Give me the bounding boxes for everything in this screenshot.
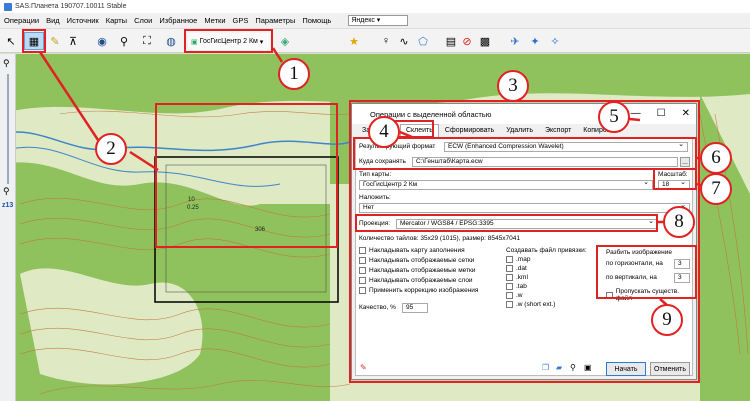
annotation-box-scale [653, 168, 697, 190]
annotation-8: 8 [663, 206, 695, 238]
annotation-4: 4 [368, 116, 400, 148]
toolbar: ↖ ▦ ✎ ⊼ ◉ ⚲ ⛶ ◍ ▣ ГосГисЦентр 2 Км ▾ ◈ ★… [0, 29, 750, 53]
zoom-slider[interactable] [7, 74, 9, 184]
annotation-3: 3 [497, 70, 529, 102]
star-icon[interactable]: ★ [346, 32, 362, 50]
path-icon[interactable]: ∿ [398, 32, 410, 50]
annotation-box-map-area [155, 103, 338, 248]
menu-view[interactable]: Вид [46, 16, 60, 25]
nav-arrow-icon[interactable]: ✈ [508, 32, 522, 50]
compass-icon[interactable]: ⊼ [66, 32, 80, 50]
annotation-box-split [596, 245, 697, 299]
menu-gps[interactable]: GPS [233, 16, 249, 25]
annotation-1: 1 [278, 58, 310, 90]
polygon-icon[interactable]: ⬠ [416, 32, 430, 50]
menu-operations[interactable]: Операции [4, 16, 39, 25]
annotation-box-select-tool [22, 29, 46, 53]
annotation-7: 7 [700, 173, 732, 205]
layers-icon[interactable]: ◈ [276, 32, 294, 50]
annotation-5: 5 [598, 101, 630, 133]
menu-marks[interactable]: Метки [204, 16, 225, 25]
menu-maps[interactable]: Карты [106, 16, 127, 25]
annotation-9: 9 [651, 304, 683, 336]
menu-favorites[interactable]: Избранное [159, 16, 197, 25]
menu-settings[interactable]: Параметры [255, 16, 295, 25]
annotation-box-projection [355, 214, 658, 232]
zoom-level-label: z13 [2, 202, 14, 209]
gps-icon[interactable]: ✦ [528, 32, 542, 50]
menu-bar: Операции Вид Источник Карты Слои Избранн… [0, 13, 750, 29]
map-globe-icon[interactable]: ◍ [163, 32, 179, 50]
search-engine-value: Яндекс [351, 17, 375, 24]
app-icon [4, 2, 12, 11]
zoom-icon[interactable]: ⚲ [116, 32, 132, 50]
zoom-out-icon[interactable]: ⚲ [3, 186, 10, 197]
box-icon[interactable]: ▩ [478, 32, 492, 50]
no-icon[interactable]: ⊘ [460, 32, 474, 50]
annotation-2: 2 [95, 133, 127, 165]
menu-layers[interactable]: Слои [134, 16, 152, 25]
window-title-bar: SAS.Планета 190707.10011 Stable [0, 0, 750, 13]
grid-icon[interactable]: ▤ [444, 32, 458, 50]
annotation-6: 6 [700, 142, 732, 174]
annotation-box-map-selector [184, 29, 273, 53]
ruler-icon[interactable]: ✎ [48, 32, 62, 50]
pin-icon[interactable]: ♀ [380, 32, 392, 50]
annotation-box-format-path [353, 137, 697, 170]
search-engine-select[interactable]: Яндекс ▾ [348, 15, 409, 26]
globe-icon[interactable]: ◉ [92, 32, 112, 50]
zoom-in-icon[interactable]: ⚲ [3, 58, 10, 69]
cursor-icon[interactable]: ↖ [4, 32, 18, 50]
menu-help[interactable]: Помощь [302, 16, 331, 25]
gps-track-icon[interactable]: ✧ [548, 32, 562, 50]
menu-source[interactable]: Источник [67, 16, 99, 25]
fullscreen-icon[interactable]: ⛶ [140, 32, 154, 50]
window-title: SAS.Планета 190707.10011 Stable [15, 3, 127, 10]
zoom-panel: ⚲ ⚲ z13 [0, 54, 16, 401]
